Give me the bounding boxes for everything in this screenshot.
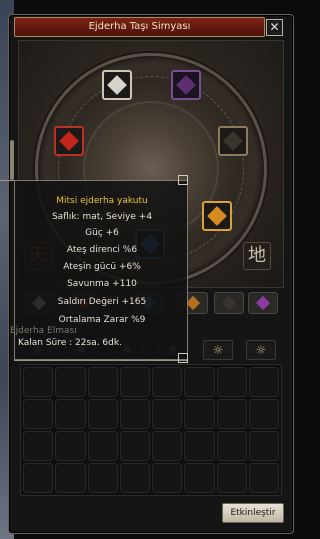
title-bar[interactable]: Ejderha Taşı Simyası xyxy=(14,17,265,37)
inventory-cell[interactable] xyxy=(248,367,279,397)
tooltip-stat: Güç +6 xyxy=(85,228,119,238)
inventory-cell[interactable] xyxy=(248,399,279,429)
diamond-gem-icon xyxy=(107,75,127,95)
tooltip-stat: Ateşin gücü +6% xyxy=(63,262,141,272)
amethyst-gem-icon xyxy=(176,75,196,95)
gem-slot-garnet[interactable] xyxy=(202,201,232,231)
ruby-gem-icon xyxy=(59,131,79,151)
inventory-cell[interactable] xyxy=(23,431,54,461)
tooltip-item-level: Saflık: mat, Seviye +4 xyxy=(51,212,153,222)
tooltip-anchor-marker xyxy=(178,353,188,363)
inventory-cell[interactable] xyxy=(87,399,118,429)
inventory-cell[interactable] xyxy=(23,399,54,429)
onyx-gem-icon xyxy=(223,131,243,151)
tooltip-stat: Ortalama Zarar %9 xyxy=(58,315,146,325)
inventory-cell[interactable] xyxy=(152,463,183,493)
gem-slot-diamond[interactable] xyxy=(102,70,132,100)
tooltip-stat: Ateş direnci %6 xyxy=(66,245,138,255)
inventory-cell[interactable] xyxy=(216,431,247,461)
gem-slot-amethyst[interactable] xyxy=(171,70,201,100)
inventory-cell[interactable] xyxy=(55,463,86,493)
tooltip-section-title: Ejderha Elması xyxy=(10,326,77,336)
inventory-cell[interactable] xyxy=(23,367,54,397)
window-resize-handle[interactable] xyxy=(10,140,14,180)
sun-icon: ☼ xyxy=(212,343,224,357)
inventory-cell[interactable] xyxy=(216,463,247,493)
inventory-cell[interactable] xyxy=(152,399,183,429)
inventory-cell[interactable] xyxy=(23,463,54,493)
window-title: Ejderha Taşı Simyası xyxy=(88,21,191,32)
onyx-gem-icon xyxy=(221,295,237,311)
inventory-cell[interactable] xyxy=(87,463,118,493)
inventory-cell[interactable] xyxy=(184,399,215,429)
inventory-cell[interactable] xyxy=(55,431,86,461)
inventory-cell[interactable] xyxy=(87,367,118,397)
tooltip-stat: Saldırı Değeri +165 xyxy=(57,297,147,307)
inventory-cell[interactable] xyxy=(119,431,150,461)
gem-slot-onyx[interactable] xyxy=(218,126,248,156)
amethyst-gem-icon xyxy=(255,295,271,311)
inventory-cell[interactable] xyxy=(248,463,279,493)
sun-slot[interactable]: ☼ xyxy=(203,340,233,360)
inventory-cell[interactable] xyxy=(152,367,183,397)
earth-glyph-icon: 地 xyxy=(243,242,271,270)
sun-slot[interactable]: ☼ xyxy=(246,340,276,360)
inventory-cell[interactable] xyxy=(248,431,279,461)
tooltip-stat: Savunma +110 xyxy=(67,279,137,289)
garnet-gem-icon xyxy=(207,206,227,226)
tooltip-anchor-marker xyxy=(178,175,188,185)
inventory-cell[interactable] xyxy=(216,367,247,397)
inventory-grid xyxy=(20,364,282,496)
activate-button[interactable]: Etkinleştir xyxy=(222,503,284,523)
inventory-cell[interactable] xyxy=(87,431,118,461)
tooltip-guide-line xyxy=(14,360,188,361)
tooltip-remaining-time: Kalan Süre : 22sa. 6dk. xyxy=(18,338,122,348)
inventory-cell[interactable] xyxy=(119,463,150,493)
inventory-cell[interactable] xyxy=(184,463,215,493)
inventory-cell[interactable] xyxy=(184,431,215,461)
inventory-cell[interactable] xyxy=(119,367,150,397)
small-gem-slot[interactable] xyxy=(248,292,278,314)
inventory-cell[interactable] xyxy=(55,367,86,397)
sun-icon: ☼ xyxy=(255,343,267,357)
tooltip-item-name: Mitsi ejderha yakutu xyxy=(56,196,148,206)
gem-slot-ruby[interactable] xyxy=(54,126,84,156)
small-gem-slot[interactable] xyxy=(214,292,244,314)
close-button[interactable]: ✕ xyxy=(266,19,283,36)
inventory-cell[interactable] xyxy=(184,367,215,397)
inventory-cell[interactable] xyxy=(119,399,150,429)
inventory-cell[interactable] xyxy=(152,431,183,461)
inventory-cell[interactable] xyxy=(216,399,247,429)
inventory-cell[interactable] xyxy=(55,399,86,429)
